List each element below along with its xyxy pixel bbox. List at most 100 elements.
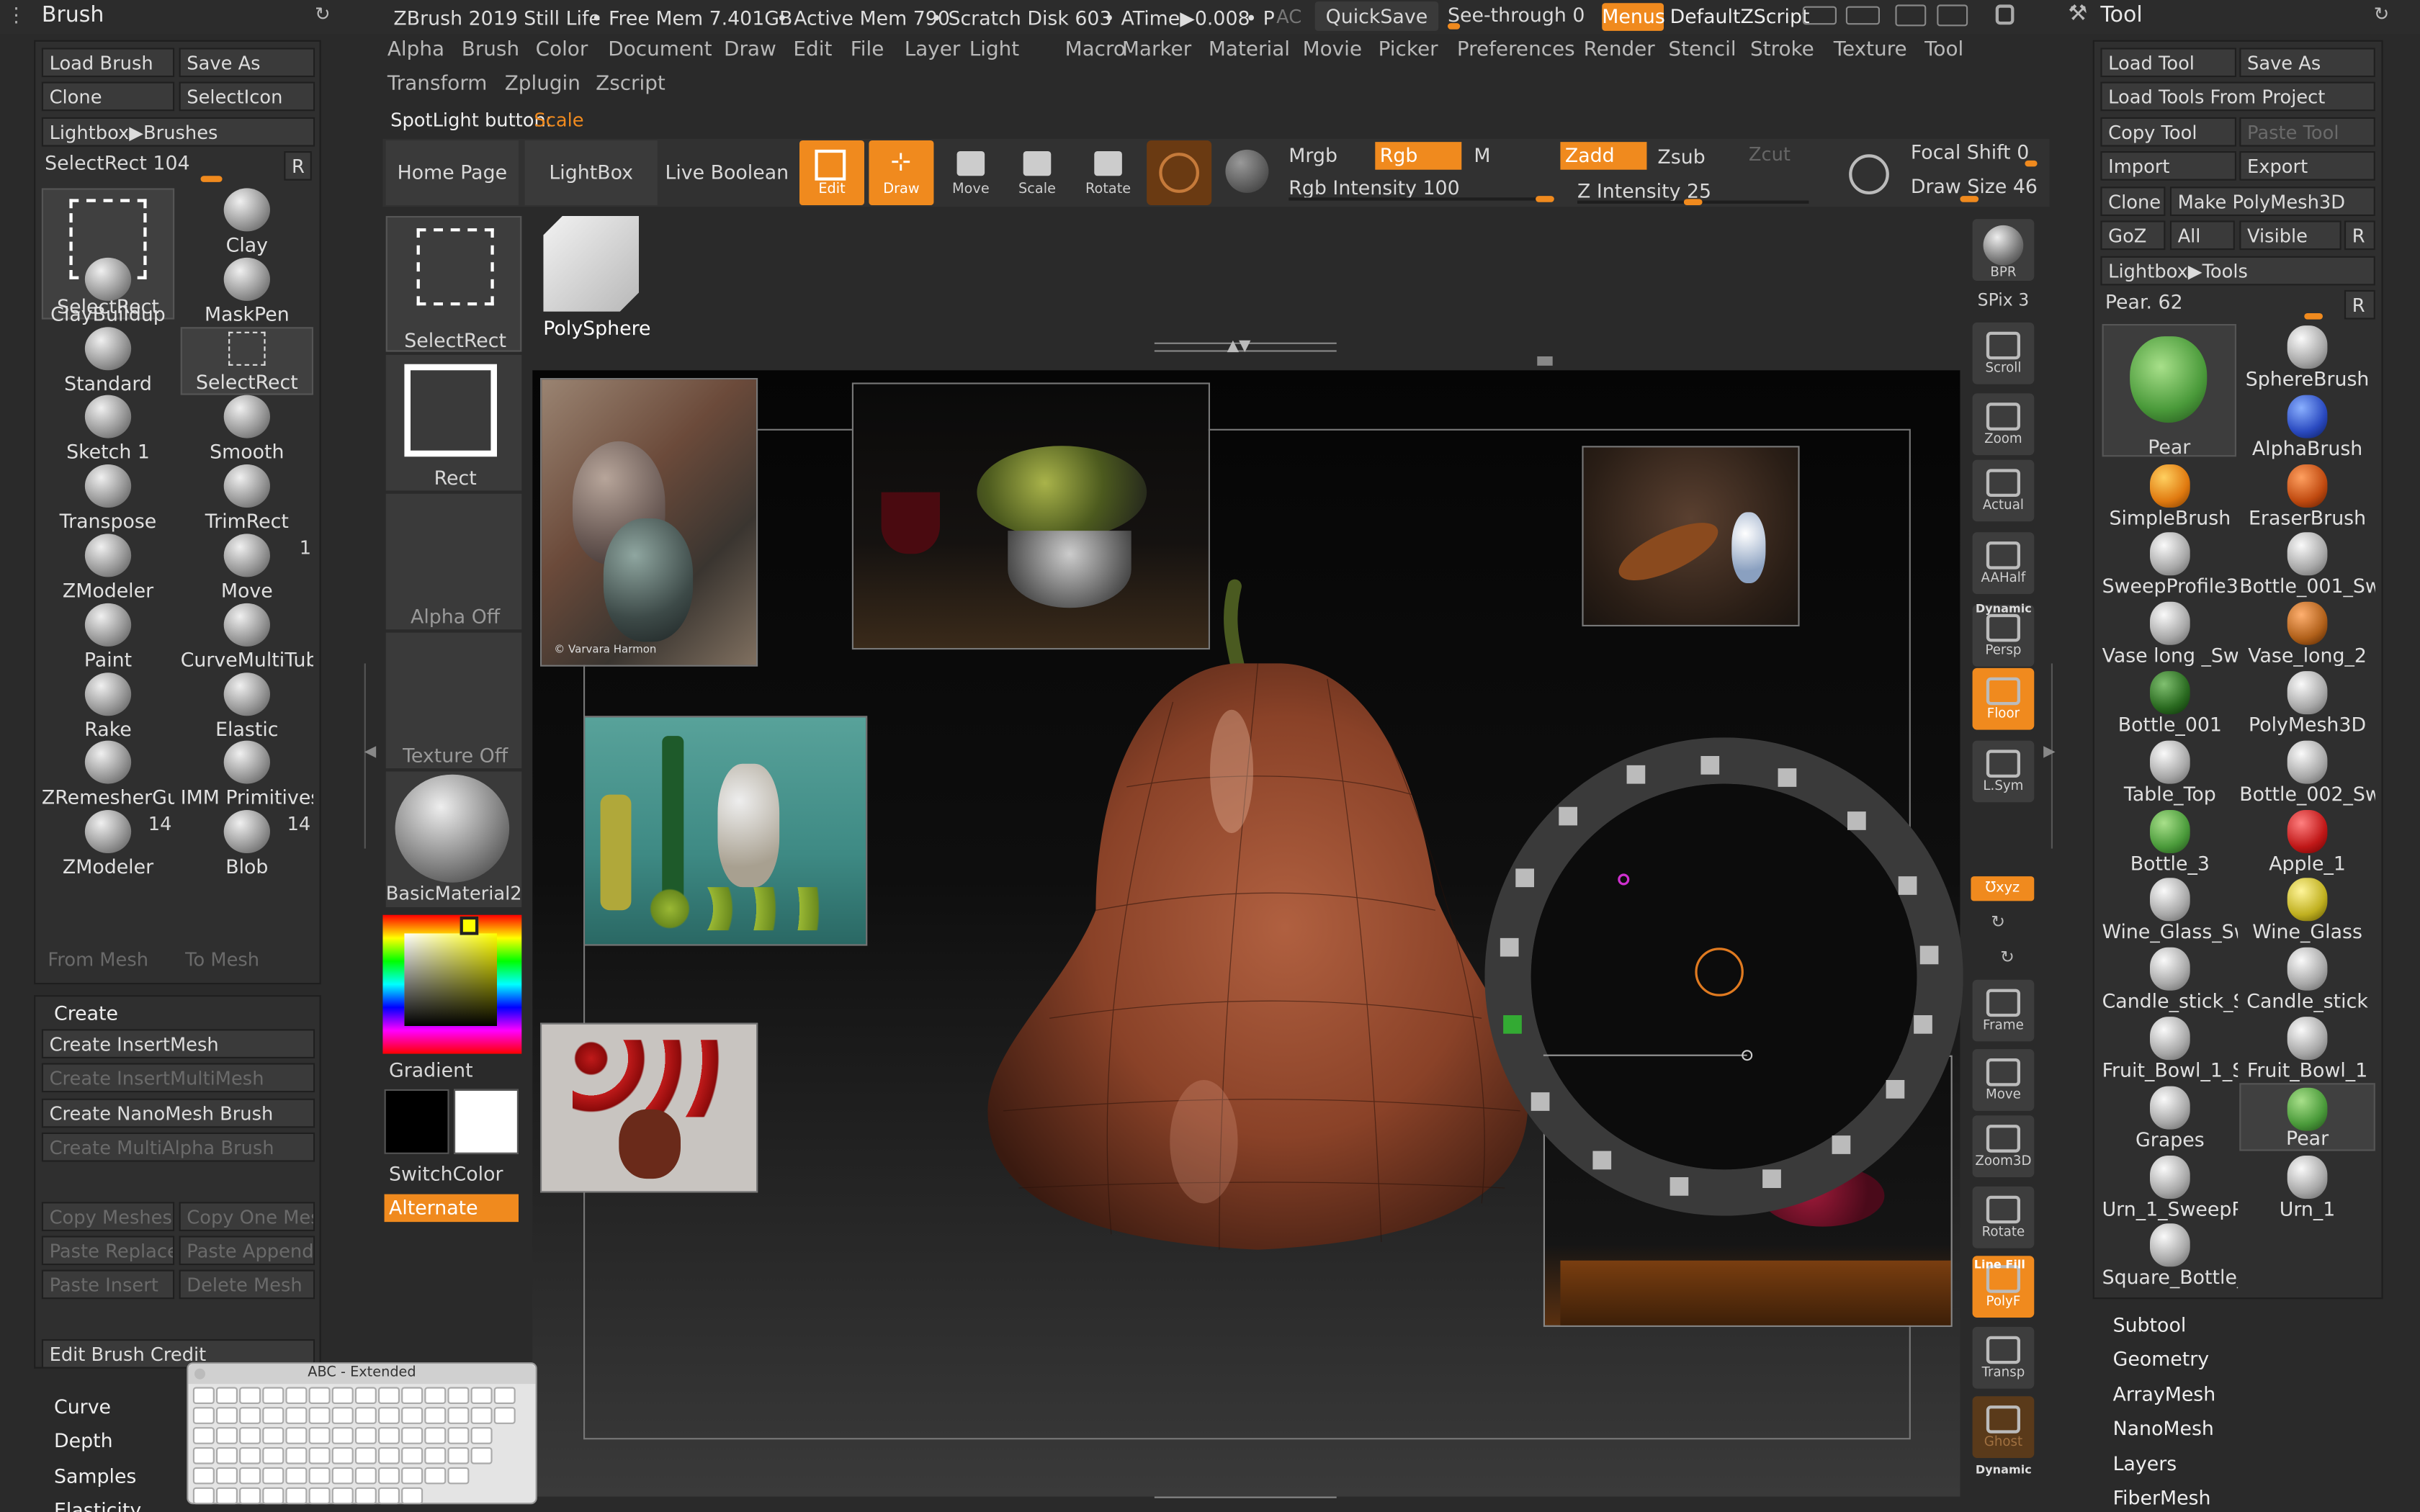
key[interactable] (238, 1446, 261, 1464)
menu-draw[interactable]: Draw (724, 39, 776, 62)
brush-rake[interactable]: Rake (42, 672, 174, 740)
menus-toggle[interactable]: Menus (1602, 3, 1665, 31)
tool-item[interactable]: SphereBrush (2239, 323, 2375, 390)
key[interactable] (377, 1407, 399, 1424)
copy-one-mesh-button[interactable]: Copy One Mesh (179, 1202, 315, 1231)
reference-photo-mandolin[interactable] (1582, 446, 1800, 626)
lazymouse-icon[interactable] (1849, 154, 1889, 194)
brush-smooth[interactable]: Smooth (181, 395, 313, 464)
key[interactable] (192, 1407, 214, 1424)
select-rect-slider[interactable]: SelectRect 104 (45, 151, 276, 182)
key[interactable] (400, 1446, 423, 1464)
secondary-color-swatch[interactable] (384, 1089, 449, 1154)
menu-document[interactable]: Document (608, 39, 712, 62)
spotlight-value[interactable]: Scale (534, 109, 583, 131)
key[interactable] (215, 1427, 237, 1444)
key[interactable] (192, 1427, 214, 1444)
key[interactable] (284, 1427, 307, 1444)
tool-item[interactable]: Fruit_Bowl_1 (2239, 1014, 2375, 1081)
key[interactable] (377, 1487, 399, 1505)
z-intensity-handle[interactable] (1683, 199, 1703, 205)
move-view-button[interactable]: Move (1972, 1049, 2035, 1111)
key[interactable] (308, 1407, 330, 1424)
tool-item[interactable]: Bottle_001_Swe (2239, 530, 2375, 598)
rotate-z-icon[interactable]: ↻ (2000, 948, 2015, 968)
key[interactable] (238, 1407, 261, 1424)
switchcolor-button[interactable]: SwitchColor (389, 1162, 503, 1185)
bottom-collapse-handle[interactable] (1154, 1496, 1337, 1506)
key[interactable] (238, 1387, 261, 1404)
lightbox-tools-button[interactable]: Lightbox▶Tools (2100, 256, 2375, 286)
key[interactable] (261, 1427, 284, 1444)
draw-size-handle[interactable] (1960, 196, 1979, 202)
brush-paint[interactable]: Paint (42, 603, 174, 671)
depth-section[interactable]: Depth (54, 1428, 113, 1452)
select-rect-slider-handle[interactable] (200, 176, 223, 182)
key[interactable] (354, 1427, 376, 1444)
menu-color[interactable]: Color (536, 39, 588, 62)
zsub-button[interactable]: Zsub (1657, 145, 1705, 168)
key[interactable] (400, 1387, 423, 1404)
key[interactable] (238, 1487, 261, 1505)
key[interactable] (308, 1487, 330, 1505)
layout-icon[interactable] (1895, 4, 1927, 27)
elasticity-section[interactable]: Elasticity (54, 1498, 141, 1512)
tool-item[interactable]: Wine_Glass_Sw (2102, 876, 2238, 943)
key[interactable] (331, 1407, 353, 1424)
pear-model[interactable] (972, 555, 1559, 1265)
tool-item[interactable]: Fruit_Bowl_1_S (2102, 1014, 2238, 1081)
lightbox-button[interactable]: LightBox (524, 140, 658, 205)
key[interactable] (261, 1446, 284, 1464)
key[interactable] (424, 1446, 446, 1464)
scroll-marker[interactable] (1537, 356, 1553, 366)
menu-alpha[interactable]: Alpha (387, 39, 444, 62)
menu-material[interactable]: Material (1209, 39, 1290, 62)
focal-shift-slider[interactable]: Focal Shift 0 (1911, 140, 2029, 163)
key[interactable] (331, 1387, 353, 1404)
rgb-button[interactable]: Rgb (1375, 142, 1462, 170)
menu-zplugin[interactable]: Zplugin (505, 73, 581, 96)
tool-item[interactable]: Apple_1 (2239, 806, 2375, 874)
tool-item[interactable]: Candle_stick (2239, 945, 2375, 1012)
paste-append-button[interactable]: Paste Append (179, 1236, 315, 1266)
left-tray-arrow-icon[interactable]: ◀ (364, 744, 377, 761)
brush-zmodeler[interactable]: ZModeler (42, 534, 174, 602)
select-icon-button[interactable]: SelectIcon (179, 81, 315, 112)
key[interactable] (447, 1407, 469, 1424)
key[interactable] (447, 1387, 469, 1404)
key[interactable] (215, 1487, 237, 1505)
frame-button[interactable]: Frame (1972, 979, 2035, 1042)
copy-meshes-button[interactable]: Copy Meshes (41, 1202, 175, 1231)
key[interactable] (308, 1387, 330, 1404)
tool-r-button[interactable]: R (2344, 220, 2375, 251)
goz-button[interactable]: GoZ (2100, 220, 2166, 251)
zadd-button[interactable]: Zadd (1560, 142, 1647, 170)
tool-item[interactable]: Vase long _Swe (2102, 599, 2238, 667)
tool-item[interactable]: Bottle_002_Swe (2239, 737, 2375, 805)
keyboard-keys[interactable] (192, 1385, 536, 1506)
tool-item[interactable]: Bottle_3 (2102, 806, 2238, 874)
tool-section-layers[interactable]: Layers (2113, 1452, 2177, 1475)
draw-size-slider[interactable]: Draw Size 46 (1911, 174, 2038, 197)
home-page-button[interactable]: Home Page (385, 140, 519, 205)
key[interactable] (470, 1427, 492, 1444)
menu-layer[interactable]: Layer (905, 39, 961, 62)
tool-section-geometry[interactable]: Geometry (2113, 1348, 2210, 1371)
brush-curvemultitube[interactable]: CurveMultiTube (181, 603, 313, 671)
ghost-button[interactable]: Ghost (1972, 1396, 2035, 1458)
menu-light[interactable]: Light (969, 39, 1020, 62)
visible-button[interactable]: Visible (2239, 220, 2341, 251)
export-button[interactable]: Export (2239, 151, 2375, 181)
live-boolean-button[interactable]: Live Boolean (660, 140, 793, 205)
actual-button[interactable]: Actual (1972, 459, 2035, 522)
key[interactable] (331, 1487, 353, 1505)
load-tool-button[interactable]: Load Tool (2100, 48, 2236, 78)
key[interactable] (400, 1427, 423, 1444)
brush-transpose[interactable]: Transpose (42, 464, 174, 533)
menu-texture[interactable]: Texture (1834, 39, 1907, 62)
alternate-button[interactable]: Alternate (384, 1194, 519, 1223)
menu-marker[interactable]: Marker (1122, 39, 1191, 62)
key[interactable] (261, 1407, 284, 1424)
drag-handle-icon[interactable]: ⋮ (6, 4, 27, 27)
key[interactable] (377, 1387, 399, 1404)
